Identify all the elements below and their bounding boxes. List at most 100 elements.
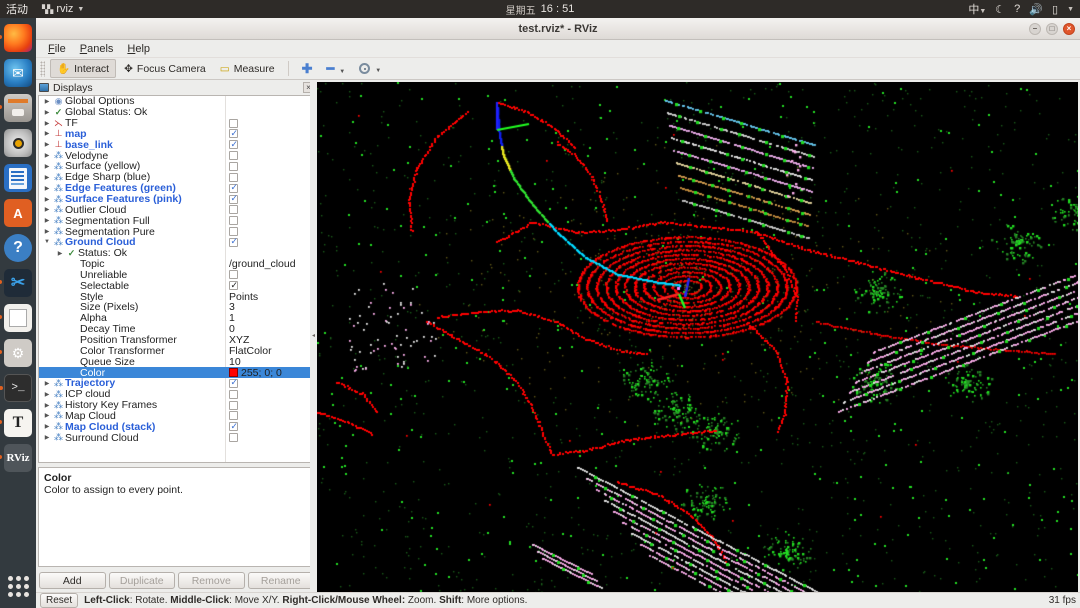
visibility-checkbox[interactable] [229,389,238,399]
tree-row[interactable]: ▶ ⋋ TF [39,117,314,129]
launcher-item-writer[interactable] [4,164,32,192]
visibility-checkbox[interactable] [229,280,238,291]
tool-measure[interactable]: ▭ Measure [214,61,281,77]
close-button[interactable]: × [1063,22,1075,35]
tree-row[interactable]: ▶ ⁂ Edge Sharp (blue) [39,171,314,183]
add-tool-button[interactable]: ✚ [296,60,319,77]
displays-tree[interactable]: ▶ ◉ Global Options ▶ ✓ Global Status: Ok ▶ ⋋ TF ▶… [38,95,315,463]
launcher-item-vscode[interactable]: ✂ [0,269,32,297]
chevron-right-icon[interactable]: ▶ [42,423,52,430]
tree-row[interactable]: ▶ ⊥ base_link [39,139,314,151]
visibility-checkbox[interactable] [229,128,238,139]
chevron-right-icon[interactable]: ▶ [42,228,52,235]
launcher-item-ubuntu-software[interactable]: A [4,199,32,227]
tree-row[interactable]: ▶Queue Size10 [39,356,314,368]
chevron-right-icon[interactable]: ▶ [42,98,52,105]
menu-panels[interactable]: Panels [74,42,120,56]
tree-row[interactable]: ▶ ✓ Global Status: Ok [39,106,314,118]
launcher-item-settings[interactable]: ⚙ [0,339,32,367]
tree-row[interactable]: ▶Position TransformerXYZ [39,334,314,346]
toolbar-grip[interactable] [40,60,45,77]
visibility-checkbox[interactable] [229,182,238,193]
color-swatch[interactable] [229,367,238,377]
tree-row[interactable]: ▶ ⁂ Surface (yellow) [39,160,314,172]
reset-button[interactable]: Reset [40,593,79,608]
chevron-right-icon[interactable]: ▶ [42,402,52,409]
visibility-checkbox[interactable] [229,400,238,410]
chevron-right-icon[interactable]: ▶ [42,174,52,181]
chevron-right-icon[interactable]: ▶ [42,185,52,192]
tree-row[interactable]: ▶ ⊥ map [39,128,314,140]
chevron-right-icon[interactable]: ▶ [42,163,52,170]
visibility-checkbox[interactable] [229,377,238,388]
visibility-checkbox[interactable] [229,139,238,150]
tree-row[interactable]: ▶ ✓ Status: Ok [39,247,314,259]
chevron-right-icon[interactable]: ▶ [55,250,65,257]
tree-row[interactable]: ▶ ⁂ Edge Features (green) [39,182,314,194]
tree-row[interactable]: ▶ ⁂ Trajectory [39,377,314,389]
tree-row[interactable]: ▶ ◉ Global Options [39,96,314,107]
tree-row[interactable]: ▶ ⁂ Surface Features (pink) [39,193,314,205]
tree-row[interactable]: ▶ ⁂ Map Cloud [39,410,314,422]
remove-tool-button[interactable]: ━ ▼ [320,60,351,77]
chevron-right-icon[interactable]: ▶ [42,130,52,137]
maximize-button[interactable]: □ [1046,22,1058,35]
tree-row[interactable]: ▶ ⁂ Segmentation Full [39,215,314,227]
tree-row[interactable]: ▶Decay Time0 [39,323,314,335]
visibility-checkbox[interactable] [229,270,238,280]
3d-viewport[interactable] [317,82,1078,592]
visibility-checkbox[interactable] [229,205,238,215]
add-button[interactable]: Add [39,572,106,589]
input-method-indicator[interactable]: 中▼ [968,1,986,17]
chevron-right-icon[interactable]: ▶ [42,206,52,213]
tree-row[interactable]: ▶ ⁂ Segmentation Pure [39,226,314,238]
chevron-right-icon[interactable]: ▶ [42,196,52,203]
chevron-right-icon[interactable]: ▶ [42,391,52,398]
launcher-item-terminal[interactable]: >_ [0,374,32,402]
visibility-checkbox[interactable] [229,216,238,226]
menu-file[interactable]: File [42,42,72,56]
tree-row[interactable]: ▶Alpha1 [39,312,314,324]
tool-focus-camera[interactable]: ✥ Focus Camera [118,61,212,77]
chevron-down-icon[interactable]: ▼ [42,239,52,245]
tree-row[interactable]: ▶ ⁂ Map Cloud (stack) [39,421,314,433]
minimize-button[interactable]: – [1029,22,1041,35]
tree-row[interactable]: ▶Unreliable [39,269,314,281]
chevron-right-icon[interactable]: ▶ [42,109,52,116]
visibility-checkbox[interactable] [229,421,238,432]
tree-row[interactable]: ▶Color255; 0; 0 [39,367,314,379]
visibility-checkbox[interactable] [229,193,238,204]
clock[interactable]: 星期五 16 : 51 [506,2,575,17]
panel-splitter[interactable]: ◂ [310,80,317,592]
chevron-down-icon[interactable]: ▼ [1067,6,1074,13]
chevron-right-icon[interactable]: ▶ [42,141,52,148]
chevron-right-icon[interactable]: ▶ [42,412,52,419]
tree-row[interactable]: ▶ ⁂ Surround Cloud [39,432,314,444]
launcher-item-texmaker[interactable]: T [0,409,32,437]
view-select-button[interactable]: ▼ [353,61,387,76]
tree-row[interactable]: ▶Selectable [39,280,314,292]
launcher-item-firefox[interactable] [0,24,32,52]
visibility-checkbox[interactable] [229,411,238,421]
tool-interact[interactable]: ✋ Interact [50,59,117,78]
chevron-right-icon[interactable]: ▶ [42,434,52,441]
launcher-item-files[interactable] [0,94,32,122]
tree-row[interactable]: ▶ ⁂ History Key Frames [39,399,314,411]
visibility-checkbox[interactable] [229,227,238,237]
app-menu[interactable]: ▚▚ rviz ▼ [42,3,84,15]
launcher-item-notes[interactable] [0,304,32,332]
tree-row[interactable]: ▼ ⁂ Ground Cloud [39,236,314,248]
question-icon[interactable]: ? [1014,3,1020,15]
chevron-right-icon[interactable]: ▶ [42,120,52,127]
moon-icon[interactable]: ☾ [995,3,1005,16]
show-applications-button[interactable] [4,572,32,600]
visibility-checkbox[interactable] [229,161,238,171]
visibility-checkbox[interactable] [229,433,238,443]
chevron-right-icon[interactable]: ▶ [42,217,52,224]
menu-help[interactable]: Help [121,42,156,56]
battery-icon[interactable]: ▯ [1052,3,1058,16]
tree-row[interactable]: ▶Topic/ground_cloud [39,258,314,270]
tree-row[interactable]: ▶ ⁂ ICP cloud [39,388,314,400]
visibility-checkbox[interactable] [229,172,238,182]
tree-row[interactable]: ▶Size (Pixels)3 [39,301,314,313]
